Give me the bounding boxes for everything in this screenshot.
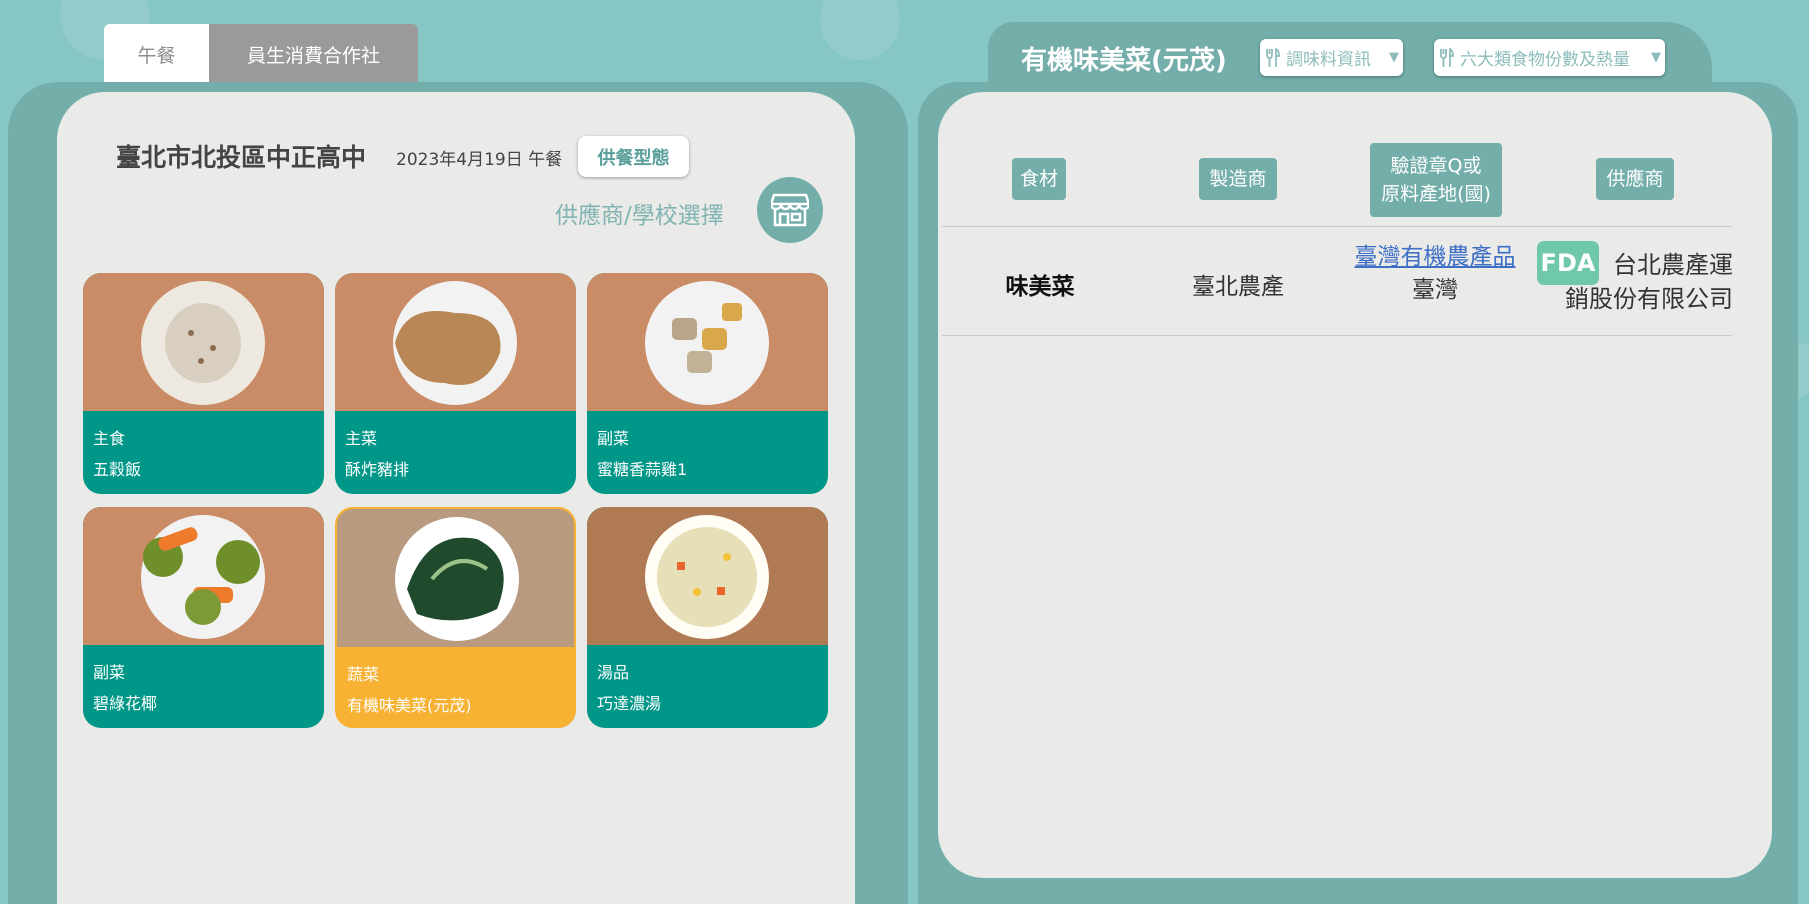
- dish-name: 巧達濃湯: [597, 694, 662, 713]
- dish-category: 主菜: [345, 429, 378, 448]
- dish-name: 有機味美菜(元茂): [347, 696, 472, 715]
- supply-type-button[interactable]: 供餐型態: [578, 136, 689, 177]
- dish-title: 有機味美菜(元茂): [1021, 46, 1227, 76]
- dish-name: 酥炸豬排: [345, 460, 410, 479]
- row-cert: 臺灣有機農產品 臺灣: [1342, 241, 1528, 307]
- seasoning-info-label: 調味料資訊: [1286, 50, 1371, 70]
- row-supplier-line1: 台北農產運: [1613, 251, 1733, 279]
- chevron-down-icon: ▼: [1651, 50, 1661, 65]
- dish-card[interactable]: 湯品 巧達濃湯: [587, 507, 828, 728]
- supplier-school-select-button[interactable]: [757, 177, 823, 243]
- dish-card[interactable]: 蔬菜有機味美菜(元茂): [335, 507, 576, 728]
- seasoning-info-dropdown[interactable]: 調味料資訊 ▼: [1260, 39, 1403, 76]
- dish-card[interactable]: 副菜蜜糖香蒜雞1: [587, 273, 828, 494]
- row-supplier: 台北農產運 銷股份有限公司: [1537, 248, 1733, 316]
- chevron-down-icon: ▼: [1389, 50, 1399, 65]
- header-supplier: 供應商: [1596, 158, 1674, 200]
- header-cert-line2: 原料產地(國): [1381, 183, 1491, 205]
- ingredient-card: [938, 92, 1772, 878]
- background-decoration: [820, 0, 900, 60]
- header-cert-line1: 驗證章Q或: [1390, 155, 1482, 177]
- row-maker: 臺北農產: [1192, 274, 1284, 300]
- meal-tabs: 午餐 員生消費合作社: [104, 24, 418, 84]
- header-maker: 製造商: [1199, 158, 1277, 200]
- dish-category: 主食: [93, 429, 126, 448]
- dish-category: 湯品: [597, 663, 630, 682]
- dish-category: 副菜: [597, 429, 630, 448]
- dish-name: 五穀飯: [93, 460, 142, 479]
- dish-name: 蜜糖香蒜雞1: [597, 460, 688, 479]
- header-food: 食材: [1012, 158, 1066, 200]
- dish-card[interactable]: 主食 五穀飯: [83, 273, 324, 494]
- dish-card[interactable]: 主菜 酥炸豬排: [335, 273, 576, 494]
- dish-photo: [83, 273, 324, 411]
- dish-photo: [587, 273, 828, 411]
- dish-category: 蔬菜: [347, 665, 380, 684]
- cert-link[interactable]: 臺灣有機農產品: [1355, 244, 1516, 270]
- row-supplier-line2: 銷股份有限公司: [1565, 285, 1733, 313]
- utensils-icon: [1440, 47, 1454, 67]
- store-icon: [771, 193, 809, 227]
- nutrition-info-label: 六大類食物份數及熱量: [1460, 50, 1630, 70]
- nutrition-info-dropdown[interactable]: 六大類食物份數及熱量 ▼: [1434, 39, 1665, 76]
- dish-category: 副菜: [93, 663, 126, 682]
- table-divider: [942, 335, 1732, 336]
- utensils-icon: [1266, 47, 1280, 67]
- tab-coop[interactable]: 員生消費合作社: [209, 24, 418, 84]
- row-origin: 臺灣: [1412, 277, 1458, 303]
- supplier-school-select-label[interactable]: 供應商/學校選擇: [555, 196, 724, 230]
- school-name: 臺北市北投區中正高中: [116, 143, 367, 172]
- dish-name: 碧綠花椰: [93, 694, 158, 713]
- dish-card[interactable]: 副菜 碧綠花椰: [83, 507, 324, 728]
- table-divider: [942, 226, 1732, 227]
- dish-photo: [587, 507, 828, 645]
- meal-date: 2023年4月19日 午餐: [396, 150, 563, 170]
- dish-photo: [337, 509, 574, 647]
- dish-photo: [335, 273, 576, 411]
- dish-photo: [83, 507, 324, 645]
- row-food: 味美菜: [1005, 274, 1075, 300]
- menu-card: [57, 92, 855, 904]
- tab-lunch[interactable]: 午餐: [104, 24, 209, 84]
- header-cert: 驗證章Q或 原料產地(國): [1370, 143, 1502, 217]
